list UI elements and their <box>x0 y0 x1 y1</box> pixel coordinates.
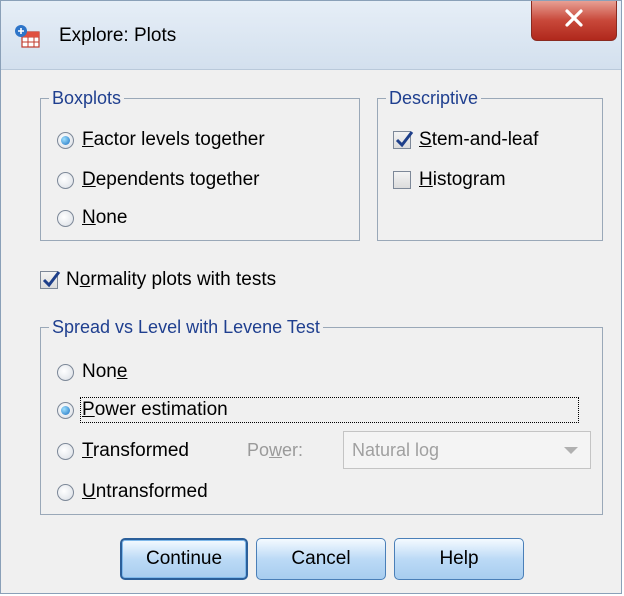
help-button[interactable]: Help <box>394 538 524 580</box>
radio-indicator <box>57 171 74 189</box>
spread-vs-level-legend: Spread vs Level with Levene Test <box>49 315 323 339</box>
explore-plots-dialog: Explore: Plots Boxplots Factor levels to… <box>0 0 622 594</box>
chevron-down-icon <box>564 447 578 454</box>
descriptive-legend: Descriptive <box>386 86 482 110</box>
power-dropdown-value: Natural log <box>352 440 440 460</box>
checkmark-icon <box>395 131 414 148</box>
checkmark-icon <box>42 271 61 288</box>
title-bar[interactable]: Explore: Plots <box>1 1 621 70</box>
power-dropdown[interactable]: Natural log <box>343 431 591 469</box>
boxplots-dependents-radio[interactable]: Dependents together <box>57 169 259 191</box>
radio-indicator <box>57 442 74 460</box>
checkbox-indicator <box>393 171 411 189</box>
radio-indicator <box>57 209 74 227</box>
close-button[interactable] <box>531 1 617 41</box>
window-title: Explore: Plots <box>59 25 177 46</box>
checkbox-indicator <box>393 131 414 149</box>
power-label: Power: <box>247 440 304 460</box>
normality-plots-checkbox[interactable]: Normality plots with tests <box>40 269 276 291</box>
close-icon <box>564 9 584 32</box>
spread-none-radio[interactable]: None <box>57 361 127 383</box>
boxplots-legend: Boxplots <box>49 86 125 110</box>
power-estimation-radio[interactable]: Power estimation <box>57 397 579 423</box>
continue-button[interactable]: Continue <box>120 538 248 580</box>
untransformed-radio[interactable]: Untransformed <box>57 481 208 503</box>
transformed-radio[interactable]: Transformed <box>57 440 189 462</box>
checkbox-indicator <box>40 271 61 289</box>
radio-indicator <box>57 131 74 149</box>
focus-rectangle: Power estimation <box>80 397 579 423</box>
histogram-checkbox[interactable]: Histogram <box>393 169 506 191</box>
cancel-button[interactable]: Cancel <box>256 538 386 580</box>
radio-indicator <box>57 483 74 501</box>
boxplots-factor-levels-radio[interactable]: Factor levels together <box>57 129 265 151</box>
stem-and-leaf-checkbox[interactable]: Stem-and-leaf <box>393 129 538 151</box>
radio-indicator <box>57 363 74 381</box>
radio-indicator <box>57 401 74 419</box>
spss-app-icon <box>13 22 41 50</box>
boxplots-none-radio[interactable]: None <box>57 207 127 229</box>
